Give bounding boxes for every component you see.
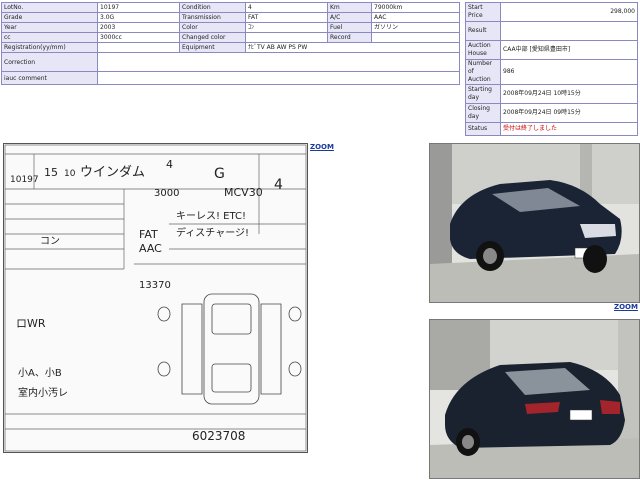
km-label: Km	[327, 2, 372, 13]
condition-label: Condition	[179, 2, 246, 13]
sheet-model: ウインダム	[80, 165, 145, 180]
sheet-condition: 4	[274, 177, 283, 193]
grade-value: 3.0G	[97, 12, 180, 23]
sheet-remark-1: キーレス! ETC!	[176, 211, 246, 222]
sheet-cc: 3000	[154, 188, 179, 199]
km-value: 79000km	[371, 2, 460, 13]
status-value: 受付は終了しました	[500, 122, 638, 136]
car-photo-front[interactable]	[429, 143, 640, 303]
condition-value: 4	[245, 2, 328, 13]
transmission-label: Transmission	[179, 12, 246, 23]
auction-house-value: CAA中部 [愛知県豊田市]	[500, 40, 638, 60]
sheet-note-2: 小A、小B	[18, 367, 62, 379]
comment-label: iauc comment	[1, 71, 98, 85]
auction-sheet-image[interactable]: 10197 15 10 ウインダム G 4 3000 MCV30 4 キーレス!…	[3, 143, 308, 453]
registration-value	[97, 42, 180, 53]
fuel-value: ガソリン	[371, 22, 460, 33]
transmission-value: FAT	[245, 12, 328, 23]
car-photo-rear[interactable]	[429, 319, 640, 479]
zoom-link-sheet[interactable]: ZOOM	[310, 143, 334, 151]
fuel-label: Fuel	[327, 22, 372, 33]
sheet-remark-2: ディスチャージ!	[176, 226, 249, 239]
car-damage-diagram	[157, 293, 302, 405]
start-price-label: Start Price	[465, 2, 501, 22]
sheet-km: 13370	[139, 280, 171, 291]
auction-house-label: Auction House	[465, 40, 501, 60]
sheet-grade: G	[214, 166, 225, 182]
lot-no-value: 10197	[97, 2, 180, 13]
closing-day-value: 2008年09月24日 09時15分	[500, 103, 638, 123]
changed-color-label: Changed color	[179, 32, 246, 43]
sheet-year: 15	[44, 166, 58, 179]
cc-value: 3000cc	[97, 32, 180, 43]
starting-day-value: 2008年09月24日 10時15分	[500, 84, 638, 104]
sheet-note-3: 室内小汚レ	[18, 386, 68, 399]
closing-day-label: Closing day	[465, 103, 501, 123]
sheet-lot-number: 10197	[10, 175, 39, 185]
record-label: Record	[327, 32, 372, 43]
sheet-month: 10	[64, 169, 76, 179]
year-value: 2003	[97, 22, 180, 33]
correction-value	[97, 52, 460, 72]
grade-label: Grade	[1, 12, 98, 23]
correction-label: Correction	[1, 52, 98, 72]
sheet-serial: 6023708	[192, 429, 245, 443]
status-label: Status	[465, 122, 501, 136]
comment-value	[97, 71, 460, 85]
sheet-color: コン	[40, 236, 60, 247]
starting-day-label: Starting day	[465, 84, 501, 104]
sheet-score: 4	[166, 158, 173, 171]
color-label: Color	[179, 22, 246, 33]
ac-value: AAC	[371, 12, 460, 23]
result-value	[500, 21, 638, 41]
sheet-transmission: FAT	[139, 228, 158, 241]
ac-label: A/C	[327, 12, 372, 23]
equipment-label: Equipment	[179, 42, 246, 53]
sheet-code: MCV30	[224, 186, 263, 199]
equipment-value: ﾅﾋﾞTV AB AW PS PW	[245, 42, 460, 53]
color-value: ｺﾝ	[245, 22, 328, 33]
vehicle-info-table: LotNo. 10197 Condition 4 Km 79000km Grad…	[1, 2, 460, 85]
registration-label: Registration(yy/mm)	[1, 42, 98, 53]
record-value	[371, 32, 460, 43]
auction-info-table: Start Price 298,000 Result Auction House…	[465, 2, 638, 136]
start-price-value: 298,000	[500, 2, 638, 22]
number-of-auction-label: Number of Auction	[465, 59, 501, 85]
sheet-note-1: ロWR	[16, 317, 46, 330]
zoom-link-photo[interactable]: ZOOM	[614, 303, 638, 311]
sheet-ac: AAC	[139, 242, 162, 255]
number-of-auction-value: 986	[500, 59, 638, 85]
result-label: Result	[465, 21, 501, 41]
changed-color-value	[245, 32, 328, 43]
year-label: Year	[1, 22, 98, 33]
lot-no-label: LotNo.	[1, 2, 98, 13]
cc-label: cc	[1, 32, 98, 43]
